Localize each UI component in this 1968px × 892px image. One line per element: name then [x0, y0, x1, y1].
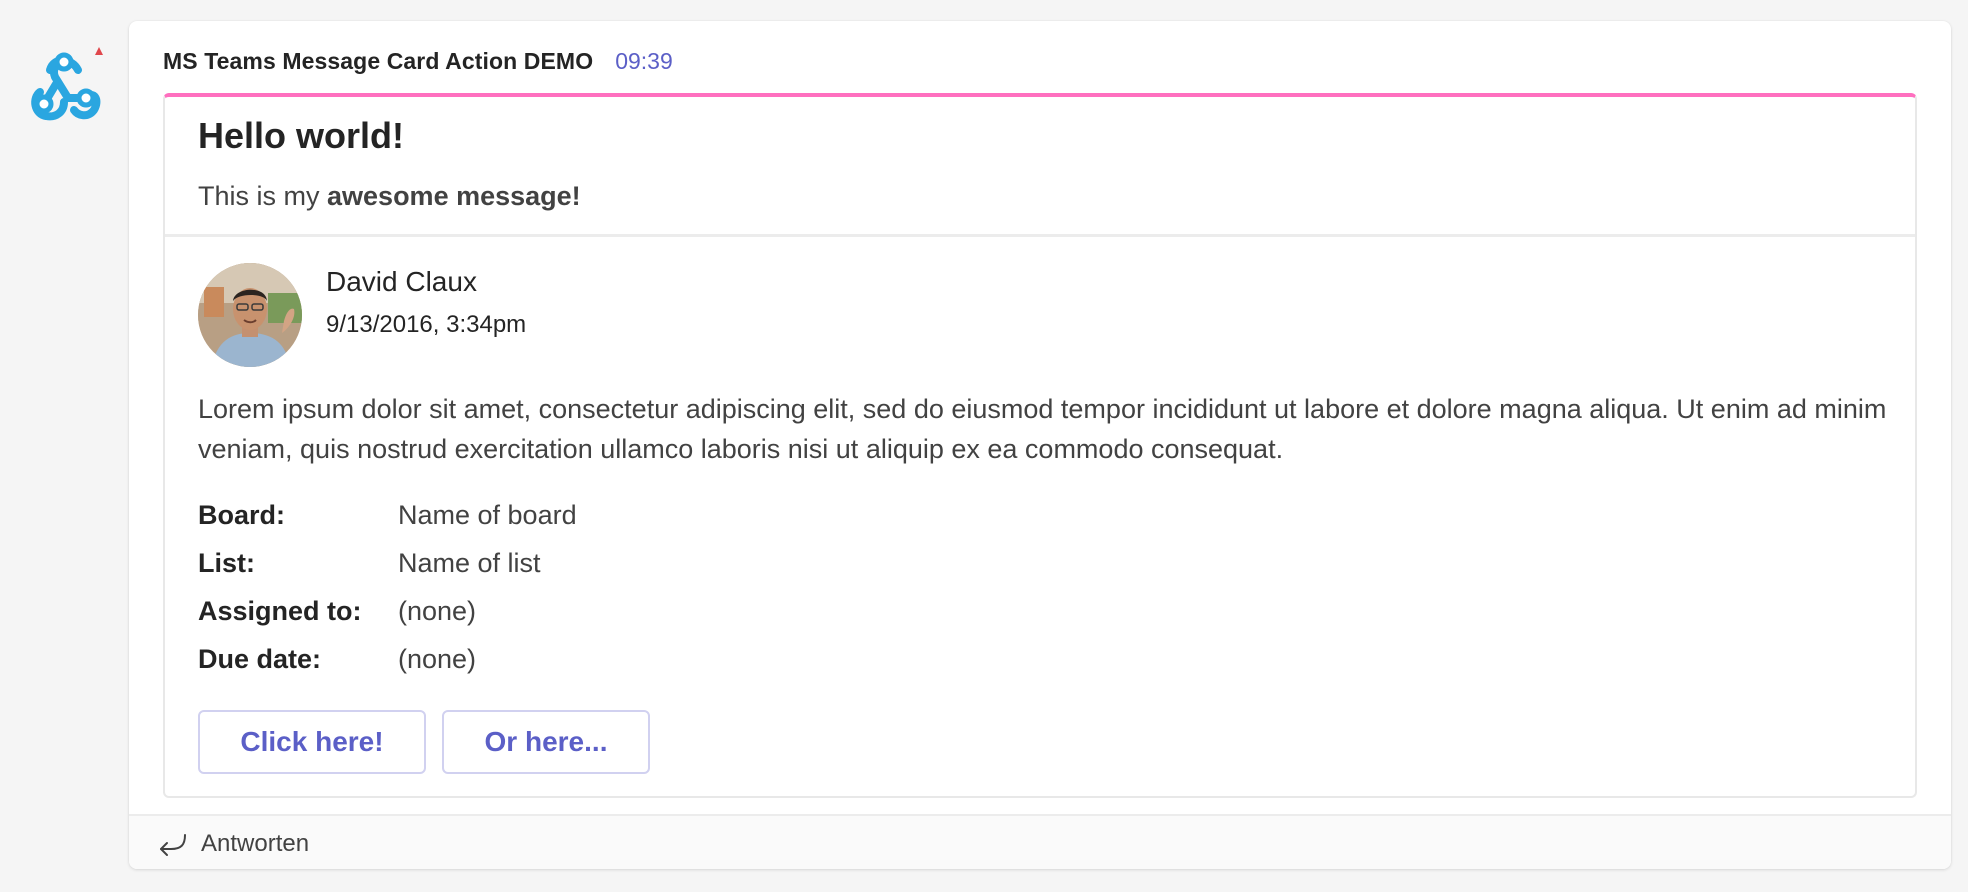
- or-here-button[interactable]: Or here...: [442, 710, 650, 774]
- message-card: Hello world! This is my awesome message!…: [163, 93, 1917, 798]
- message-container: MS Teams Message Card Action DEMO 09:39 …: [129, 21, 1951, 869]
- fact-row: Board: Name of board: [198, 491, 577, 539]
- reply-label: Antworten: [201, 829, 310, 857]
- reply-button[interactable]: Antworten: [129, 814, 1951, 869]
- facts-list: Board: Name of board List: Name of list …: [198, 491, 577, 683]
- message-header: MS Teams Message Card Action DEMO 09:39: [163, 48, 673, 78]
- sender-name[interactable]: MS Teams Message Card Action DEMO: [163, 48, 593, 75]
- fact-value: (none): [398, 595, 477, 626]
- fact-value: Name of list: [398, 547, 541, 578]
- card-text: This is my awesome message!: [198, 181, 581, 212]
- card-actions: Click here! Or here...: [198, 710, 650, 774]
- activity-title: David Claux: [326, 266, 477, 297]
- activity-subtitle: 9/13/2016, 3:34pm: [326, 311, 527, 338]
- activity-avatar: [198, 263, 302, 367]
- fact-row: Due date: (none): [198, 635, 577, 683]
- fact-name: Assigned to:: [198, 595, 362, 626]
- fact-row: List: Name of list: [198, 539, 577, 587]
- fact-value: Name of board: [398, 499, 577, 530]
- fact-name: Due date:: [198, 643, 322, 674]
- card-text-prefix: This is my: [198, 181, 328, 211]
- card-text-bold: awesome message!: [327, 181, 581, 211]
- fact-row: Assigned to: (none): [198, 587, 577, 635]
- fact-value: (none): [398, 643, 477, 674]
- bot-badge-icon: [95, 47, 103, 55]
- card-header-section: Hello world! This is my awesome message!: [165, 97, 1915, 237]
- webhook-bot-avatar[interactable]: [20, 40, 108, 128]
- message-timestamp[interactable]: 09:39: [615, 48, 673, 75]
- reply-arrow-icon: [160, 833, 186, 856]
- fact-name: Board:: [198, 499, 285, 530]
- activity-text: Lorem ipsum dolor sit amet, consectetur …: [198, 394, 1887, 464]
- fact-name: List:: [198, 547, 255, 578]
- click-here-button[interactable]: Click here!: [198, 710, 426, 774]
- person-photo-icon: [198, 263, 302, 367]
- card-title: Hello world!: [198, 115, 404, 156]
